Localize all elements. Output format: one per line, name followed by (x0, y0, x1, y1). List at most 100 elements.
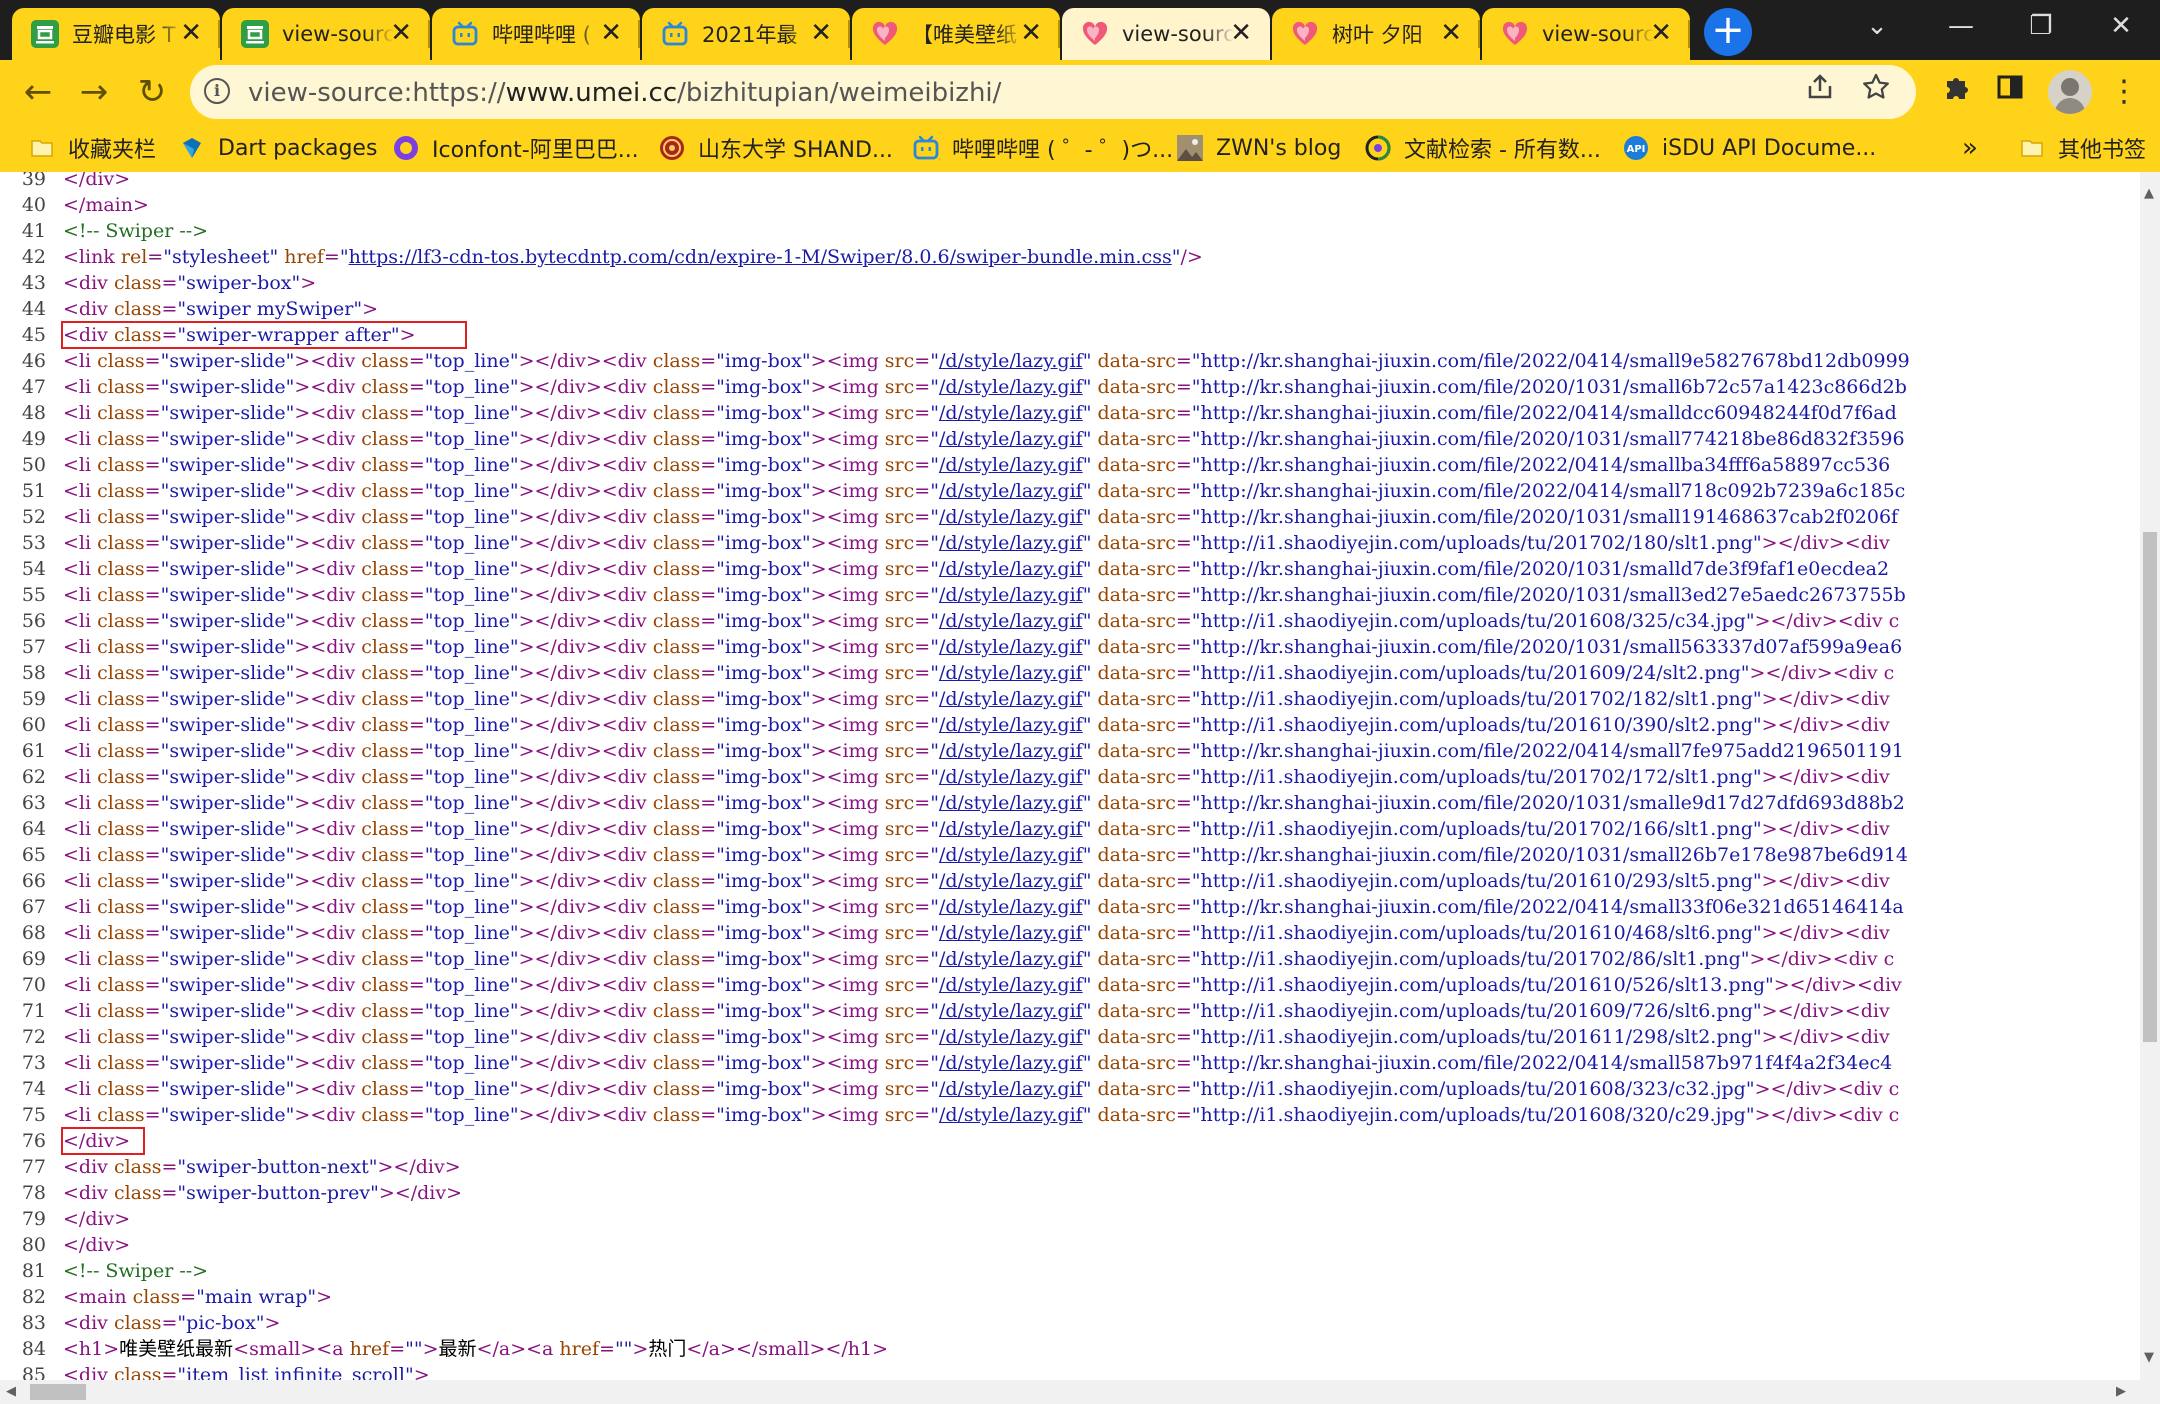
vertical-scrollbar[interactable]: ▲ ▼ (2140, 172, 2160, 1404)
horizontal-scroll-thumb[interactable] (30, 1384, 86, 1400)
scroll-left-arrow[interactable]: ◀ (6, 1384, 16, 1399)
tab-close-icon[interactable]: ✕ (810, 20, 832, 46)
bookmark-label: ZWN's blog (1216, 135, 1342, 161)
source-line: 78 <div class="swiper-button-prev"></div> (0, 1180, 2140, 1206)
source-line: 83 <div class="pic-box"> (0, 1310, 2140, 1336)
browser-tab[interactable]: view-source✕ (1482, 8, 1690, 60)
source-line: 39 </div> (0, 172, 2140, 192)
source-line: 76 </div> (0, 1128, 2140, 1154)
address-bar[interactable]: i view-source:https://www.umei.cc/bizhit… (190, 65, 1916, 119)
bookmark-item[interactable]: 文献检索 - 所有数... (1364, 132, 1601, 164)
line-number: 45 (21, 324, 46, 346)
source-code: <li class="swiper-slide"><div class="top… (63, 532, 1890, 554)
line-number: 54 (21, 558, 46, 580)
close-window-button[interactable]: ✕ (2096, 6, 2146, 46)
line-number: 62 (21, 766, 46, 788)
source-code: <li class="swiper-slide"><div class="top… (63, 688, 1890, 710)
source-line: 81 <!-- Swiper --> (0, 1258, 2140, 1284)
source-line: 85 <div class="item_list infinite_scroll"… (0, 1362, 2140, 1380)
bookmark-label: 收藏夹栏 (68, 138, 157, 163)
bookmark-item[interactable]: 山东大学 SHAND... (658, 132, 893, 164)
source-line: 69 <li class="swiper-slide"><div class="t… (0, 946, 2140, 972)
source-line: 46 <li class="swiper-slide"><div class="t… (0, 348, 2140, 374)
line-number: 85 (21, 1364, 46, 1380)
side-panel-icon[interactable] (1990, 72, 2030, 112)
menu-kebab-icon[interactable]: ⋮ (2104, 72, 2144, 112)
douban-icon (30, 19, 60, 49)
source-line: 61 <li class="swiper-slide"><div class="t… (0, 738, 2140, 764)
line-number: 61 (21, 740, 46, 762)
browser-tab[interactable]: view-source✕ (1062, 8, 1270, 60)
back-button[interactable]: ← (14, 68, 62, 116)
vertical-scroll-thumb[interactable] (2143, 532, 2157, 1042)
restore-button[interactable]: ❐ (2016, 6, 2066, 46)
new-tab-button[interactable]: + (1704, 8, 1752, 56)
tab-close-icon[interactable]: ✕ (1020, 20, 1042, 46)
source-code: <div class="item_list infinite_scroll"> (63, 1364, 430, 1380)
address-url[interactable]: view-source:https://www.umei.cc/bizhitup… (248, 78, 1001, 108)
bookmark-item[interactable]: 收藏夹栏 (28, 132, 156, 164)
reload-button[interactable]: ↻ (128, 68, 176, 116)
tab-close-icon[interactable]: ✕ (1650, 20, 1672, 46)
extensions-icon[interactable] (1936, 72, 1976, 112)
share-icon[interactable] (1800, 72, 1840, 112)
source-code: <!-- Swiper --> (63, 220, 209, 242)
source-line: 50 <li class="swiper-slide"><div class="t… (0, 452, 2140, 478)
source-code: <li class="swiper-slide"><div class="top… (63, 1104, 1900, 1126)
line-number: 53 (21, 532, 46, 554)
line-number: 75 (21, 1104, 46, 1126)
bookmark-star-icon[interactable] (1856, 72, 1896, 112)
folder-icon (2018, 134, 2046, 162)
tab-close-icon[interactable]: ✕ (180, 20, 202, 46)
site-info-icon[interactable]: i (204, 78, 230, 104)
bookmark-item[interactable]: 哔哩哔哩 ( ゜- ゜)つ... (912, 132, 1173, 164)
tab-search-icon[interactable]: ⌄ (1852, 6, 1902, 46)
heart-icon (870, 19, 900, 49)
forward-button[interactable]: → (70, 68, 118, 116)
scroll-down-arrow[interactable]: ▼ (2144, 1350, 2154, 1365)
source-code: <li class="swiper-slide"><div class="top… (63, 766, 1890, 788)
bookmark-item[interactable]: Iconfont-阿里巴巴... (392, 132, 639, 164)
tab-close-icon[interactable]: ✕ (390, 20, 412, 46)
browser-tab[interactable]: 【唯美壁纸 ✕ (852, 8, 1060, 60)
profile-avatar[interactable] (2048, 70, 2092, 114)
source-code: <li class="swiper-slide"><div class="top… (63, 454, 1891, 476)
tab-title: view-source (1122, 22, 1234, 46)
tab-separator (638, 20, 640, 48)
bookmark-item[interactable]: API iSDU API Docume... (1622, 132, 1876, 164)
browser-tab[interactable]: 哔哩哔哩 (✕ (432, 8, 640, 60)
source-line: 72 <li class="swiper-slide"><div class="t… (0, 1024, 2140, 1050)
source-line: 73 <li class="swiper-slide"><div class="t… (0, 1050, 2140, 1076)
scroll-up-arrow[interactable]: ▲ (2144, 186, 2154, 201)
tab-close-icon[interactable]: ✕ (1440, 20, 1462, 46)
browser-tab[interactable]: 豆瓣电影 T ✕ (12, 8, 220, 60)
source-line: 75 <li class="swiper-slide"><div class="t… (0, 1102, 2140, 1128)
bilibili-icon (450, 19, 480, 49)
source-line: 57 <li class="swiper-slide"><div class="t… (0, 634, 2140, 660)
tab-close-icon[interactable]: ✕ (600, 20, 622, 46)
scroll-right-arrow[interactable]: ▶ (2116, 1384, 2126, 1399)
line-number: 79 (21, 1208, 46, 1230)
source-line: 41 <!-- Swiper --> (0, 218, 2140, 244)
browser-tab[interactable]: 2021年最 ✕ (642, 8, 850, 60)
source-code: <li class="swiper-slide"><div class="top… (63, 428, 1905, 450)
other-bookmarks-folder[interactable]: 其他书签 (2018, 132, 2146, 164)
bookmarks-overflow-button[interactable]: » (1962, 132, 1978, 164)
bookmark-item[interactable]: ZWN's blog (1176, 132, 1341, 164)
bookmark-item[interactable]: Dart packages (178, 132, 377, 164)
source-view[interactable]: 39 </div> 40 </main> 41 <!-- Swiper --> 42 <lin… (0, 172, 2140, 1380)
source-code: <li class="swiper-slide"><div class="top… (63, 636, 1903, 658)
source-code: <li class="swiper-slide"><div class="top… (63, 870, 1890, 892)
literature-icon (1364, 134, 1392, 162)
source-code: <li class="swiper-slide"><div class="top… (63, 792, 1905, 814)
browser-tab[interactable]: 树叶 夕阳 ✕ (1272, 8, 1480, 60)
bilibili-icon (660, 19, 690, 49)
source-code: <li class="swiper-slide"><div class="top… (63, 402, 1897, 424)
minimize-button[interactable]: — (1936, 6, 1986, 46)
horizontal-scrollbar[interactable]: ◀ ▶ (0, 1380, 2140, 1404)
tab-close-icon[interactable]: ✕ (1230, 20, 1252, 46)
api-icon: API (1622, 134, 1650, 162)
browser-tab[interactable]: view-source✕ (222, 8, 430, 60)
line-number: 76 (21, 1130, 46, 1152)
source-line: 56 <li class="swiper-slide"><div class="t… (0, 608, 2140, 634)
